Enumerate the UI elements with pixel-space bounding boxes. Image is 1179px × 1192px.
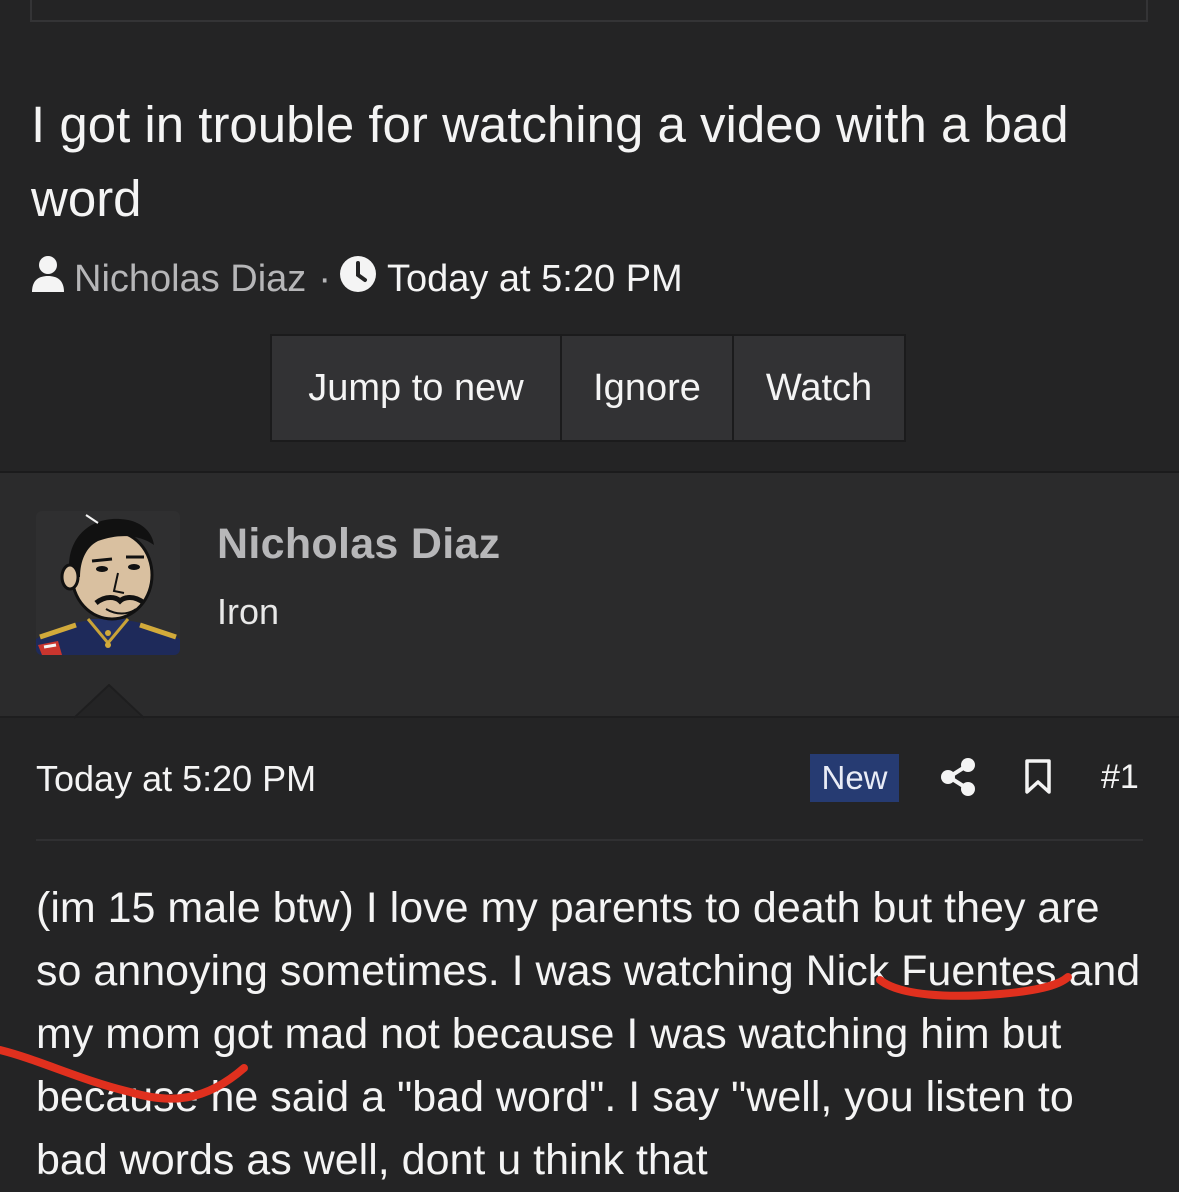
top-container-border bbox=[30, 0, 1148, 22]
avatar[interactable] bbox=[36, 511, 180, 655]
thread-title: I got in trouble for watching a video wi… bbox=[31, 96, 1069, 227]
bookmark-icon[interactable] bbox=[1024, 759, 1052, 795]
thread-author-link[interactable]: Nicholas Diaz bbox=[74, 258, 306, 301]
post-date-link[interactable]: Today at 5:20 PM bbox=[36, 758, 316, 800]
message-pointer-arrow bbox=[74, 684, 144, 720]
watch-button[interactable]: Watch bbox=[734, 336, 904, 440]
post-body-text: (im 15 male btw) I love my parents to de… bbox=[36, 884, 1141, 1184]
post-user-name[interactable]: Nicholas Diaz bbox=[217, 520, 500, 569]
clock-icon bbox=[339, 255, 377, 303]
new-badge: New bbox=[810, 754, 899, 802]
share-icon[interactable] bbox=[940, 758, 976, 796]
ignore-button[interactable]: Ignore bbox=[562, 336, 732, 440]
post-divider bbox=[0, 716, 1179, 718]
user-icon bbox=[30, 254, 66, 304]
post-user-title: Iron bbox=[217, 591, 280, 632]
thread-meta: Nicholas Diaz · Today at 5:20 PM bbox=[30, 256, 683, 302]
thread-date-link[interactable]: Today at 5:20 PM bbox=[387, 258, 683, 301]
post-number-link[interactable]: #1 bbox=[1101, 758, 1139, 797]
jump-to-new-button[interactable]: Jump to new bbox=[272, 336, 560, 440]
thread-action-buttons: Jump to new Ignore Watch bbox=[270, 334, 906, 442]
post-header-divider bbox=[36, 839, 1143, 841]
meta-separator: · bbox=[318, 257, 331, 300]
post-user-header: Nicholas Diaz Iron bbox=[0, 473, 1179, 717]
